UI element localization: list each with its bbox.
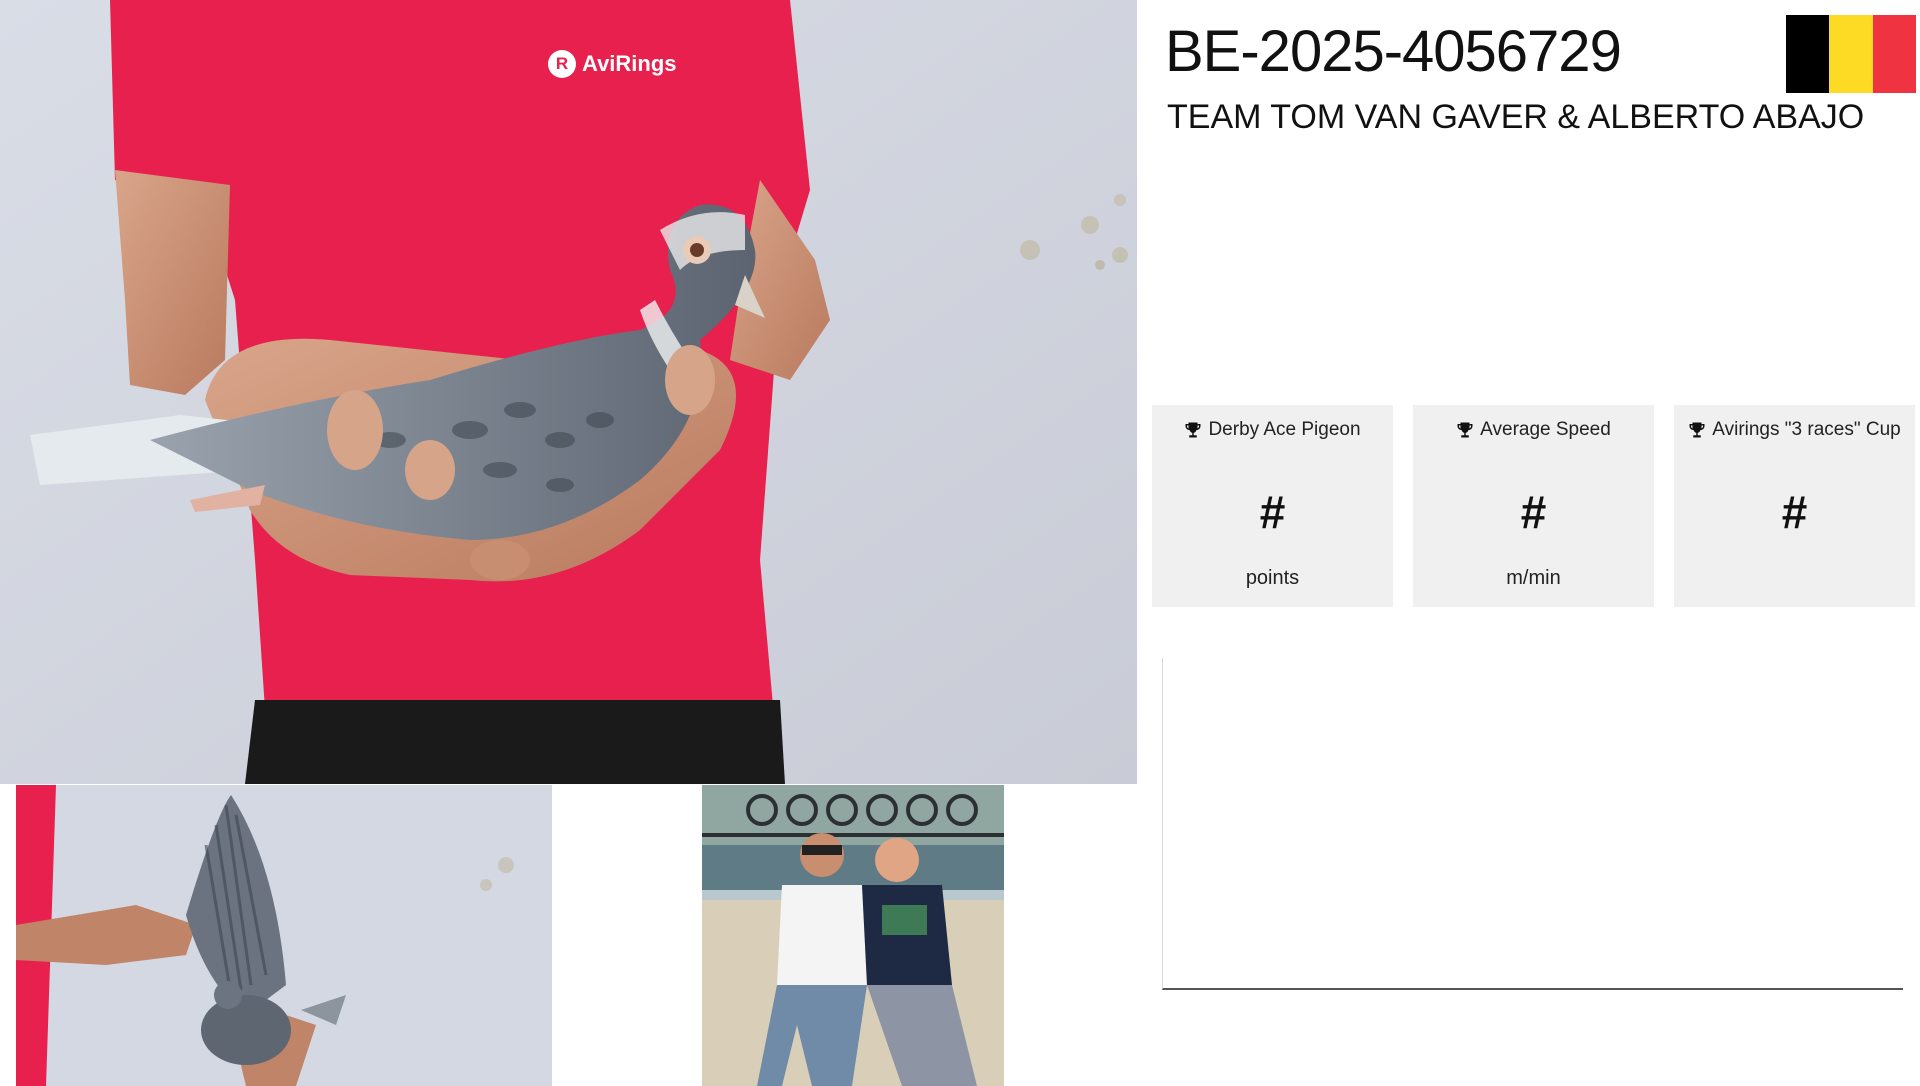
results-panel [1162,658,1903,990]
stat-card-average-speed: Average Speed # m/min [1413,405,1654,607]
shirt-logo-text: AviRings [582,51,677,76]
flag-stripe-yellow [1829,15,1873,93]
trophy-icon [1689,422,1705,438]
ring-number: BE-2025-4056729 [1165,19,1622,84]
main-pigeon-photo: R AviRings [0,0,1137,784]
stat-value: # [1259,486,1286,538]
stat-card-header: Average Speed [1413,419,1654,441]
flag-stripe-black [1786,15,1830,93]
stat-unit: points [1245,567,1300,589]
stat-title: Average Speed [1480,419,1611,440]
stats-row: Derby Ace Pigeon # points Average Speed … [1152,405,1915,607]
stat-card-header: Derby Ace Pigeon [1152,419,1393,441]
avirings-logo-icon: R [548,50,576,78]
stat-card-header: Avirings "3 races" Cup [1674,419,1915,441]
trophy-icon [1457,422,1473,438]
stat-title: Derby Ace Pigeon [1208,419,1361,440]
stat-value: # [1520,486,1547,538]
trophy-icon [1185,422,1201,438]
flag-stripe-red [1872,15,1916,93]
shirt-logo: R AviRings [548,50,677,78]
wing-photo [16,785,552,1086]
belgium-flag-icon [1786,15,1916,93]
stat-card-3-races-cup: Avirings "3 races" Cup # [1674,405,1915,607]
team-photo [702,785,1004,1086]
stat-value: # [1781,486,1808,538]
stat-title: Avirings "3 races" Cup [1712,419,1901,440]
owner-name: TEAM TOM VAN GAVER & ALBERTO ABAJO [1167,98,1865,136]
stat-card-derby-ace: Derby Ace Pigeon # points [1152,405,1393,607]
stat-unit: m/min [1506,567,1561,589]
